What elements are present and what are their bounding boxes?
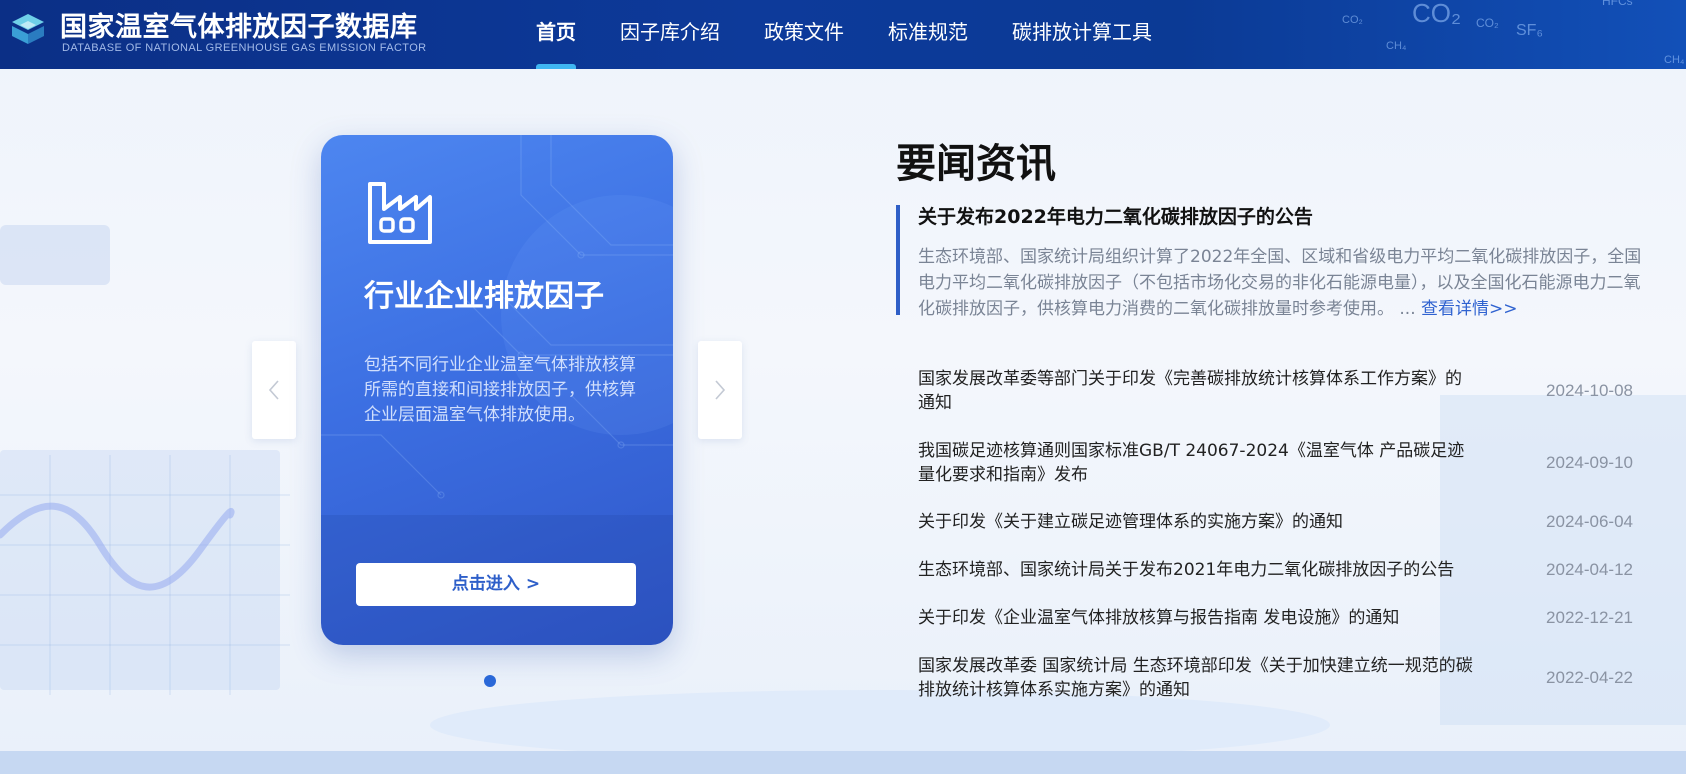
- nav-item-standards[interactable]: 标准规范: [888, 0, 968, 69]
- site-title: 国家温室气体排放因子数据库: [60, 12, 418, 43]
- logo-icon: [12, 14, 44, 44]
- background-decoration: [0, 225, 110, 285]
- news-list-item[interactable]: 关于印发《关于建立碳足迹管理体系的实施方案》的通知 2024-06-04: [918, 510, 1633, 534]
- nav-item-label: 首页: [536, 20, 576, 44]
- enter-button[interactable]: 点击进入 >: [356, 563, 636, 606]
- site-header: 国家温室气体排放因子数据库 DATABASE OF NATIONAL GREEN…: [0, 0, 1686, 69]
- deco-label: CO₂: [1412, 0, 1462, 28]
- card-title: 行业企业排放因子: [364, 279, 604, 314]
- nav-active-indicator: [536, 64, 576, 69]
- news-item-date: 2024-04-12: [1546, 560, 1633, 579]
- news-heading: 要闻资讯: [896, 141, 1056, 187]
- news-list-item[interactable]: 关于印发《企业温室气体排放核算与报告指南 发电设施》的通知 2022-12-21: [918, 606, 1633, 630]
- news-item-title: 关于印发《企业温室气体排放核算与报告指南 发电设施》的通知: [918, 608, 1400, 628]
- news-list-item[interactable]: 国家发展改革委等部门关于印发《完善碳排放统计核算体系工作方案》的通知 2024-…: [918, 367, 1633, 415]
- background-wave-chart: [0, 455, 290, 695]
- deco-label: SF₆: [1516, 22, 1543, 39]
- carousel-next-button[interactable]: [698, 341, 742, 439]
- news-item-date: 2024-09-10: [1546, 453, 1633, 472]
- featured-news-title[interactable]: 关于发布2022年电力二氧化碳排放因子的公告: [918, 202, 1313, 229]
- view-details-link[interactable]: 查看详情>>: [1421, 299, 1518, 319]
- bottom-strip: [0, 751, 1686, 774]
- deco-label: CO₂: [1342, 14, 1363, 26]
- news-item-title: 关于印发《关于建立碳足迹管理体系的实施方案》的通知: [918, 512, 1343, 532]
- site-subtitle: DATABASE OF NATIONAL GREENHOUSE GAS EMIS…: [62, 42, 427, 54]
- featured-accent-bar: [896, 205, 900, 315]
- chevron-left-icon: [268, 380, 279, 400]
- nav-item-factor-intro[interactable]: 因子库介绍: [620, 0, 720, 69]
- chevron-right-icon: [715, 380, 726, 400]
- nav-item-policy-documents[interactable]: 政策文件: [764, 0, 844, 69]
- carousel-dot[interactable]: [484, 675, 496, 687]
- news-item-title: 国家发展改革委 国家统计局 生态环境部印发《关于加快建立统一规范的碳排放统计核算…: [918, 656, 1473, 700]
- news-item-date: 2024-06-04: [1546, 512, 1633, 531]
- featured-news-summary: 生态环境部、国家统计局组织计算了2022年全国、区域和省级电力平均二氧化碳排放因…: [918, 244, 1653, 322]
- deco-label: CH₄: [1386, 40, 1407, 52]
- nav-item-home[interactable]: 首页: [536, 0, 576, 69]
- news-list-item[interactable]: 生态环境部、国家统计局关于发布2021年电力二氧化碳排放因子的公告 2024-0…: [918, 558, 1633, 582]
- news-item-date: 2022-04-22: [1546, 668, 1633, 687]
- deco-label: CH₄: [1664, 54, 1685, 66]
- main-nav: 首页 因子库介绍 政策文件 标准规范 碳排放计算工具: [536, 0, 1196, 69]
- carousel-card: 行业企业排放因子 包括不同行业企业温室气体排放核算所需的直接和间接排放因子，供核…: [321, 135, 673, 645]
- nav-item-label: 因子库介绍: [620, 20, 720, 44]
- header-decoration: CO₂ CO₂ CO₂ SF₆ CH₄ HFCs CH₄: [1266, 0, 1686, 69]
- news-item-date: 2022-12-21: [1546, 608, 1633, 627]
- deco-label: CO₂: [1476, 16, 1499, 30]
- news-item-title: 国家发展改革委等部门关于印发《完善碳排放统计核算体系工作方案》的通知: [918, 369, 1462, 413]
- card-description: 包括不同行业企业温室气体排放核算所需的直接和间接排放因子，供核算企业层面温室气体…: [364, 355, 636, 425]
- nav-item-label: 标准规范: [888, 20, 968, 44]
- deco-label: HFCs: [1602, 0, 1633, 8]
- factory-icon: [368, 182, 432, 244]
- featured-summary-text: 生态环境部、国家统计局组织计算了2022年全国、区域和省级电力平均二氧化碳排放因…: [918, 247, 1642, 319]
- nav-item-calculator[interactable]: 碳排放计算工具: [1012, 0, 1152, 69]
- nav-item-label: 政策文件: [764, 20, 844, 44]
- news-list-item[interactable]: 国家发展改革委 国家统计局 生态环境部印发《关于加快建立统一规范的碳排放统计核算…: [918, 654, 1633, 702]
- nav-item-label: 碳排放计算工具: [1012, 20, 1152, 44]
- carousel-prev-button[interactable]: [252, 341, 296, 439]
- news-list-item[interactable]: 我国碳足迹核算通则国家标准GB/T 24067-2024《温室气体 产品碳足迹 …: [918, 439, 1633, 487]
- news-item-title: 生态环境部、国家统计局关于发布2021年电力二氧化碳排放因子的公告: [918, 560, 1455, 580]
- news-item-date: 2024-10-08: [1546, 381, 1633, 400]
- news-item-title: 我国碳足迹核算通则国家标准GB/T 24067-2024《温室气体 产品碳足迹 …: [918, 441, 1465, 485]
